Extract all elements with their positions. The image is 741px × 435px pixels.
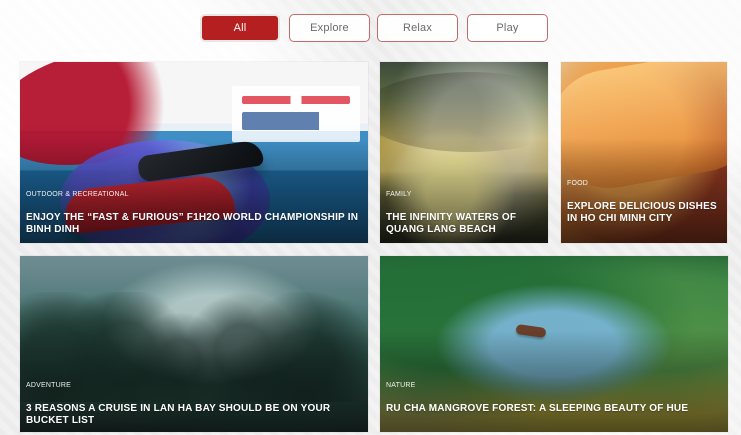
card-title: RU CHA MANGROVE FOREST: A SLEEPING BEAUT… xyxy=(386,403,689,414)
card-title: EXPLORE DELICIOUS DISHES IN HO CHI MINH … xyxy=(567,201,717,224)
poster-event-panel xyxy=(232,86,360,142)
filter-explore-button[interactable]: Explore xyxy=(289,14,370,42)
card-overlay xyxy=(380,329,728,432)
filter-all-button[interactable]: All xyxy=(200,14,280,42)
article-card-f1h2o[interactable]: OUTDOOR & RECREATIONAL ENJOY THE “FAST &… xyxy=(20,62,368,243)
filter-relax-button[interactable]: Relax xyxy=(377,14,458,42)
article-card-lan-ha-bay[interactable]: ADVENTURE 3 REASONS A CRUISE IN LAN HA B… xyxy=(20,256,368,432)
card-category: NATURE xyxy=(386,382,416,389)
card-title: ENJOY THE “FAST & FURIOUS” F1H2O WORLD C… xyxy=(26,212,359,235)
card-category: FOOD xyxy=(567,180,589,187)
card-category: ADVENTURE xyxy=(26,382,71,389)
card-title: THE INFINITY WATERS OF QUANG LANG BEACH xyxy=(386,212,517,235)
card-category: FAMILY xyxy=(386,191,412,198)
article-card-quang-lang-beach[interactable]: FAMILY THE INFINITY WATERS OF QUANG LANG… xyxy=(380,62,548,243)
filter-play-button[interactable]: Play xyxy=(467,14,548,42)
card-title: 3 REASONS A CRUISE IN LAN HA BAY SHOULD … xyxy=(26,403,331,426)
article-card-hcmc-food[interactable]: FOOD EXPLORE DELICIOUS DISHES IN HO CHI … xyxy=(561,62,727,243)
card-category: OUTDOOR & RECREATIONAL xyxy=(26,191,129,198)
filter-tabs: All Explore Relax Play xyxy=(0,14,741,42)
card-overlay xyxy=(561,138,727,243)
article-card-ru-cha-mangrove[interactable]: NATURE RU CHA MANGROVE FOREST: A SLEEPIN… xyxy=(380,256,728,432)
